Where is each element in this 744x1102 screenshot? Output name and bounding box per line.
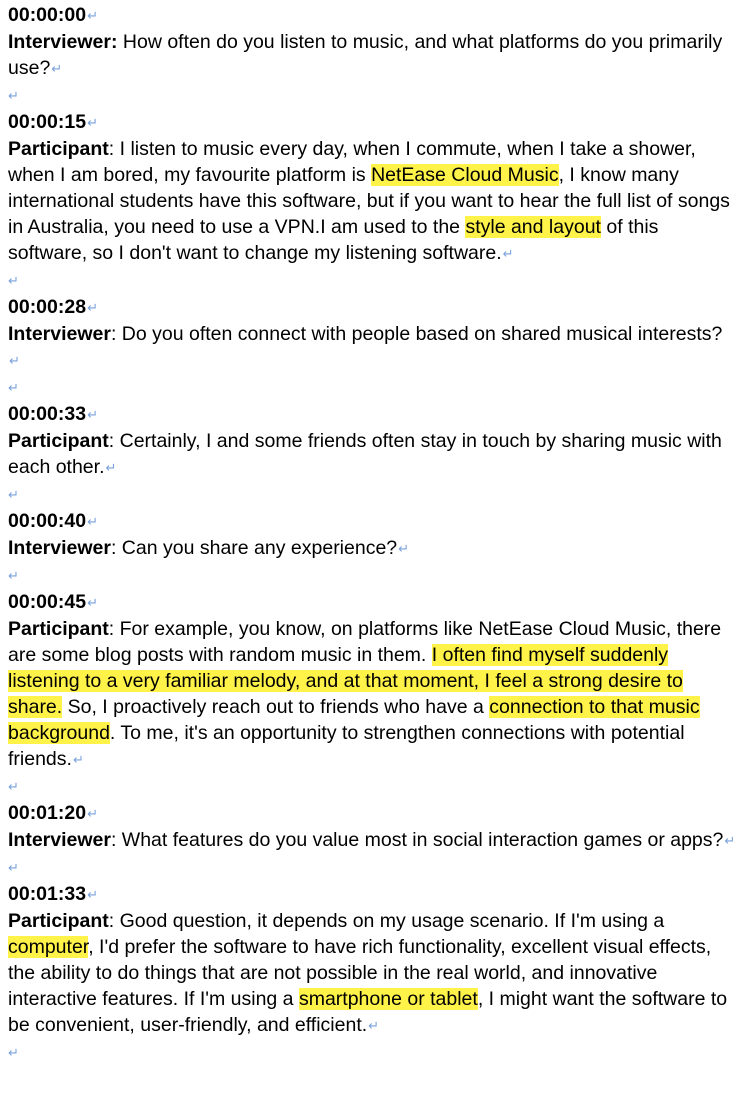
timestamp: 00:00:33 [8,403,87,425]
utterance-paragraph: Interviewer: How often do you listen to … [8,29,738,82]
speaker-label: Participant [8,910,109,932]
utterance-paragraph: Interviewer: Do you often connect with p… [8,321,738,374]
highlighted-text: NetEase Cloud Music [371,164,559,186]
highlighted-text: smartphone or tablet [298,988,478,1010]
timestamp: 00:00:40 [8,510,87,532]
utterance-text: : What features do you value most in soc… [110,829,724,851]
empty-paragraph: ↵ [8,1039,738,1066]
highlighted-text: computer [8,936,89,958]
utterance-paragraph: Participant: Good question, it depends o… [8,908,738,1039]
utterance-text: . To me, it's an opportunity to strength… [8,722,685,770]
paragraph-mark-icon: ↵ [398,541,410,556]
timestamp: 00:00:00 [8,4,87,26]
paragraph-mark-icon: ↵ [8,568,19,583]
timestamp: 00:00:15 [8,111,87,133]
speaker-label: Participant [8,618,109,640]
speaker-label: Interviewer [8,537,111,559]
empty-paragraph: ↵ [8,374,738,401]
paragraph-mark-icon: ↵ [9,353,20,368]
timestamp-line: 00:00:15↵ [8,109,738,136]
timestamp-line: 00:00:45↵ [8,589,738,616]
timestamp-line: 00:00:00↵ [8,2,738,29]
timestamp: 00:00:28 [8,296,87,318]
paragraph-mark-icon: ↵ [87,887,98,902]
paragraph-mark-icon: ↵ [8,273,19,288]
paragraph-mark-icon: ↵ [87,407,98,422]
paragraph-mark-icon: ↵ [8,487,19,502]
paragraph-mark-icon: ↵ [8,380,19,395]
timestamp-line: 00:00:33↵ [8,401,738,428]
paragraph-mark-icon: ↵ [724,833,736,848]
timestamp: 00:00:45 [8,591,87,613]
highlighted-text: style and layout [465,216,601,238]
utterance-paragraph: Interviewer: What features do you value … [8,827,738,854]
timestamp-line: 00:00:28↵ [8,294,738,321]
paragraph-mark-icon: ↵ [87,300,98,315]
paragraph-mark-icon: ↵ [87,806,98,821]
paragraph-mark-icon: ↵ [8,779,19,794]
speaker-label: Participant [8,430,109,452]
transcript-document: 00:00:00↵ Interviewer: How often do you l… [0,0,738,1066]
timestamp: 00:01:20 [8,802,87,824]
utterance-paragraph: Participant: I listen to music every day… [8,136,738,267]
paragraph-mark-icon: ↵ [51,61,63,76]
paragraph-mark-icon: ↵ [87,8,98,23]
timestamp-line: 00:00:40↵ [8,508,738,535]
paragraph-mark-icon: ↵ [105,460,117,475]
paragraph-mark-icon: ↵ [87,514,98,529]
utterance-text: : Do you often connect with people based… [110,323,723,345]
utterance-paragraph: Participant: Certainly, I and some frien… [8,428,738,481]
speaker-label: Participant [8,138,109,160]
timestamp-line: 00:01:20↵ [8,800,738,827]
empty-paragraph: ↵ [8,562,738,589]
paragraph-mark-icon: ↵ [8,88,19,103]
paragraph-mark-icon: ↵ [72,752,84,767]
empty-paragraph: ↵ [8,773,738,800]
empty-paragraph: ↵ [8,481,738,508]
paragraph-mark-icon: ↵ [8,1045,19,1060]
empty-paragraph: ↵ [8,854,738,881]
utterance-text: : Can you share any experience? [110,537,398,559]
paragraph-mark-icon: ↵ [87,595,98,610]
paragraph-mark-icon: ↵ [8,860,19,875]
speaker-label: Interviewer: [8,31,118,53]
timestamp-line: 00:01:33↵ [8,881,738,908]
utterance-text: : Good question, it depends on my usage … [108,910,665,932]
utterance-paragraph: Participant: For example, you know, on p… [8,616,738,773]
paragraph-mark-icon: ↵ [368,1018,380,1033]
speaker-label: Interviewer [8,829,111,851]
speaker-label: Interviewer [8,323,111,345]
utterance-paragraph: Interviewer: Can you share any experienc… [8,535,738,562]
empty-paragraph: ↵ [8,267,738,294]
paragraph-mark-icon: ↵ [502,246,514,261]
timestamp: 00:01:33 [8,883,87,905]
empty-paragraph: ↵ [8,82,738,109]
utterance-text: So, I proactively reach out to friends w… [62,696,490,718]
paragraph-mark-icon: ↵ [87,115,98,130]
